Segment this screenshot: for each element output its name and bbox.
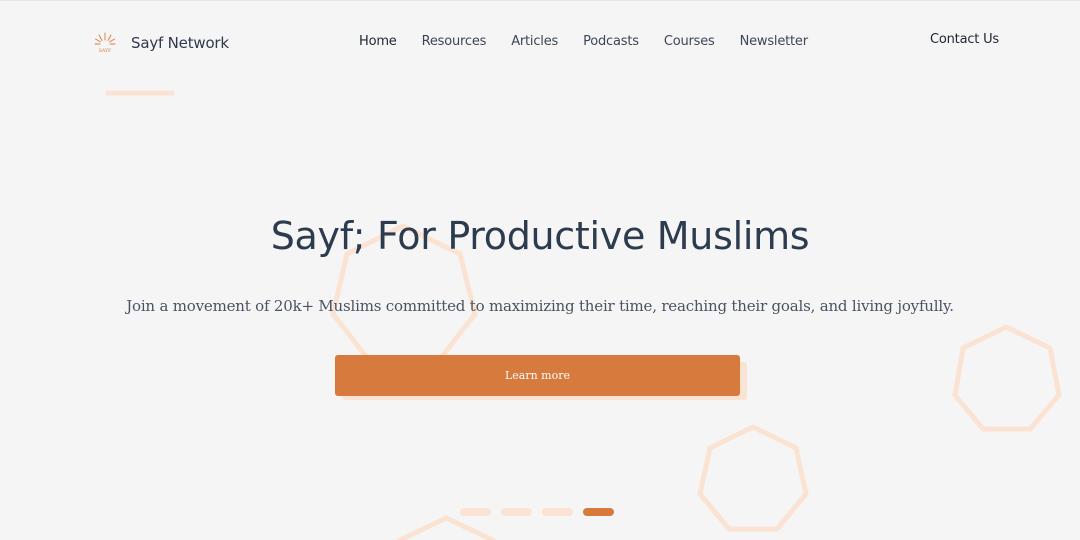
nav-link-home[interactable]: Home bbox=[359, 34, 397, 49]
decor-heptagon-shape bbox=[952, 324, 1062, 432]
carousel-dot-2[interactable] bbox=[501, 508, 532, 516]
carousel-indicators bbox=[460, 508, 614, 516]
nav-item-podcasts: Podcasts bbox=[583, 32, 639, 50]
nav-item-newsletter: Newsletter bbox=[740, 32, 808, 50]
contact-us-link[interactable]: Contact Us bbox=[930, 32, 999, 47]
nav-link-resources[interactable]: Resources bbox=[422, 34, 487, 49]
nav-link-courses[interactable]: Courses bbox=[664, 34, 715, 49]
carousel-dot-4[interactable] bbox=[583, 508, 614, 516]
carousel-dot-1[interactable] bbox=[460, 508, 491, 516]
nav-item-resources: Resources bbox=[422, 32, 487, 50]
hero-title: Sayf; For Productive Muslims bbox=[270, 214, 810, 258]
brand-link[interactable]: SAYF Sayf Network bbox=[92, 30, 229, 56]
nav-item-courses: Courses bbox=[664, 32, 715, 50]
nav-link-newsletter[interactable]: Newsletter bbox=[740, 34, 808, 49]
learn-more-button[interactable]: Learn more bbox=[335, 355, 740, 396]
nav-menu: Home Resources Articles Podcasts Courses… bbox=[359, 32, 808, 50]
carousel-dot-3[interactable] bbox=[542, 508, 573, 516]
nav-link-articles[interactable]: Articles bbox=[511, 34, 558, 49]
navbar: SAYF Sayf Network Home Resources Article… bbox=[0, 1, 1080, 83]
nav-item-articles: Articles bbox=[511, 32, 558, 50]
logo-text: SAYF bbox=[99, 48, 112, 54]
hero-subtitle: Join a movement of 20k+ Muslims committe… bbox=[126, 297, 954, 315]
sun-rays-logo-icon: SAYF bbox=[94, 32, 116, 54]
decor-partial-shape bbox=[396, 515, 497, 540]
nav-link-podcasts[interactable]: Podcasts bbox=[583, 34, 639, 49]
nav-item-home: Home bbox=[359, 32, 397, 50]
brand-name: Sayf Network bbox=[131, 34, 229, 52]
decor-heptagon-shape bbox=[697, 424, 809, 532]
page: SAYF Sayf Network Home Resources Article… bbox=[0, 0, 1080, 540]
